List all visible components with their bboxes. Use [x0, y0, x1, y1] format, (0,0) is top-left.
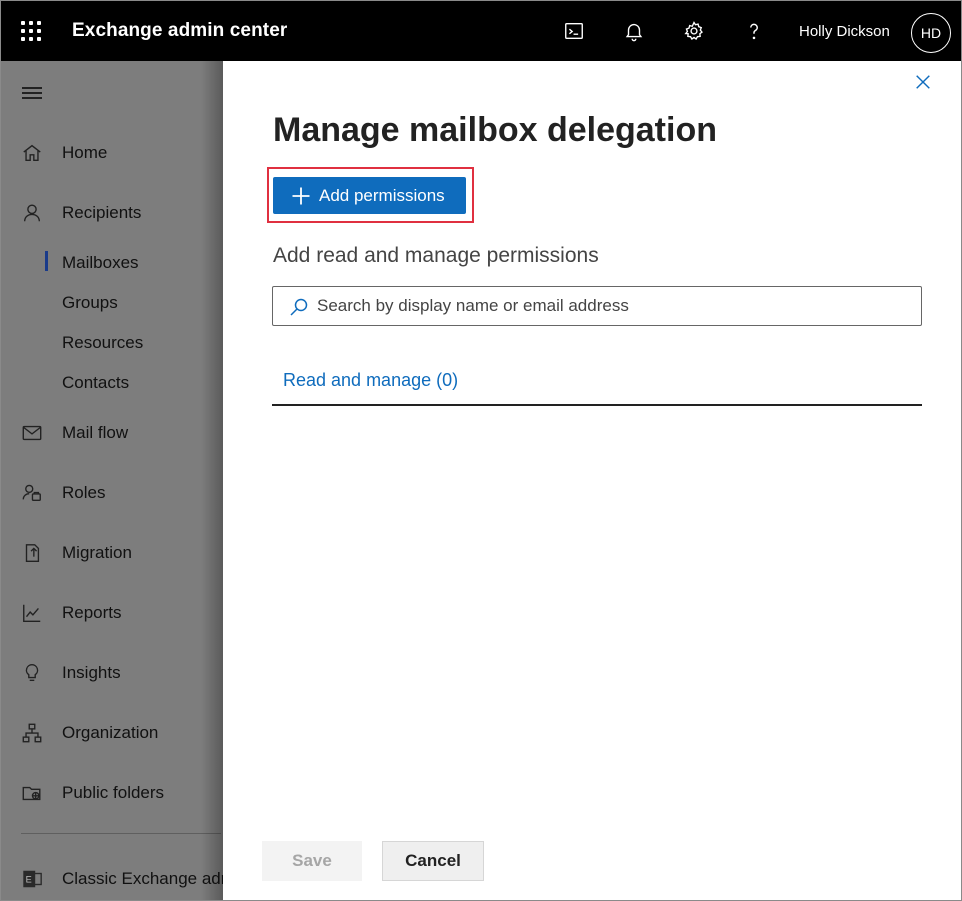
user-name[interactable]: Holly Dickson	[799, 23, 890, 40]
nav-sub-mailboxes[interactable]: Mailboxes	[62, 251, 139, 275]
waffle-icon[interactable]	[21, 21, 41, 41]
avatar[interactable]: HD	[911, 13, 951, 53]
nav-label: Roles	[62, 483, 106, 502]
nav-item-roles[interactable]: Roles	[1, 479, 223, 507]
selected-indicator	[45, 251, 48, 271]
plus-icon	[292, 187, 310, 204]
section-title: Add read and manage permissions	[273, 244, 599, 267]
hamburger-menu-icon[interactable]	[22, 87, 42, 99]
panel-shadow	[201, 61, 223, 900]
nav-label: Recipients	[62, 203, 142, 222]
left-nav: Home Recipients Mailboxes Groups Resourc…	[1, 61, 239, 900]
nav-item-public-folders[interactable]: Public folders	[1, 779, 223, 807]
close-icon[interactable]	[914, 73, 934, 93]
nav-item-organization[interactable]: Organization	[1, 719, 223, 747]
nav-label: Public folders	[62, 783, 165, 802]
nav-label: Migration	[62, 543, 132, 562]
delegation-panel: Manage mailbox delegation Add permission…	[223, 61, 961, 900]
nav-label: Mail flow	[62, 423, 129, 442]
person-icon	[21, 202, 43, 224]
nav-item-reports[interactable]: Reports	[1, 599, 223, 627]
migration-icon	[21, 542, 43, 564]
nav-item-recipients[interactable]: Recipients	[1, 199, 223, 227]
add-permissions-button[interactable]: Add permissions	[273, 177, 466, 214]
nav-item-migration[interactable]: Migration	[1, 539, 223, 567]
nav-divider	[21, 833, 221, 834]
mail-icon	[21, 422, 43, 444]
home-icon	[21, 142, 43, 164]
search-input[interactable]	[317, 293, 907, 319]
nav-item-mail-flow[interactable]: Mail flow	[1, 419, 223, 447]
terminal-icon[interactable]	[562, 19, 586, 43]
bell-icon[interactable]	[622, 19, 646, 43]
nav-item-classic-exchange[interactable]: E Classic Exchange admi	[1, 865, 239, 893]
app-title: Exchange admin center	[72, 20, 288, 41]
folder-icon	[21, 782, 43, 804]
gear-icon[interactable]	[682, 19, 706, 43]
search-box	[272, 286, 922, 326]
nav-label: Insights	[62, 663, 121, 682]
nav-sub-groups[interactable]: Groups	[62, 291, 118, 315]
search-icon	[290, 298, 308, 316]
panel-title: Manage mailbox delegation	[273, 111, 717, 149]
nav-sub-contacts[interactable]: Contacts	[62, 371, 129, 395]
top-bar: Exchange admin center Holly Dickson HD	[1, 1, 961, 61]
nav-label: Organization	[62, 723, 159, 742]
tab-read-and-manage[interactable]: Read and manage (0)	[283, 370, 458, 391]
chart-icon	[21, 602, 43, 624]
help-icon[interactable]	[742, 19, 766, 43]
nav-sub-resources[interactable]: Resources	[62, 331, 143, 355]
nav-label: Reports	[62, 603, 122, 622]
roles-icon	[21, 482, 43, 504]
lightbulb-icon	[21, 662, 43, 684]
nav-item-home[interactable]: Home	[1, 139, 223, 167]
nav-label: Home	[62, 143, 108, 162]
app-window: Exchange admin center Holly Dickson HD H…	[0, 0, 962, 901]
cancel-button[interactable]: Cancel	[382, 841, 484, 881]
save-button[interactable]: Save	[262, 841, 362, 881]
org-chart-icon	[21, 722, 43, 744]
exchange-icon: E	[21, 868, 43, 890]
add-permissions-label: Add permissions	[319, 185, 445, 205]
nav-item-insights[interactable]: Insights	[1, 659, 223, 687]
tab-underline	[272, 404, 922, 406]
svg-text:E: E	[26, 875, 32, 885]
